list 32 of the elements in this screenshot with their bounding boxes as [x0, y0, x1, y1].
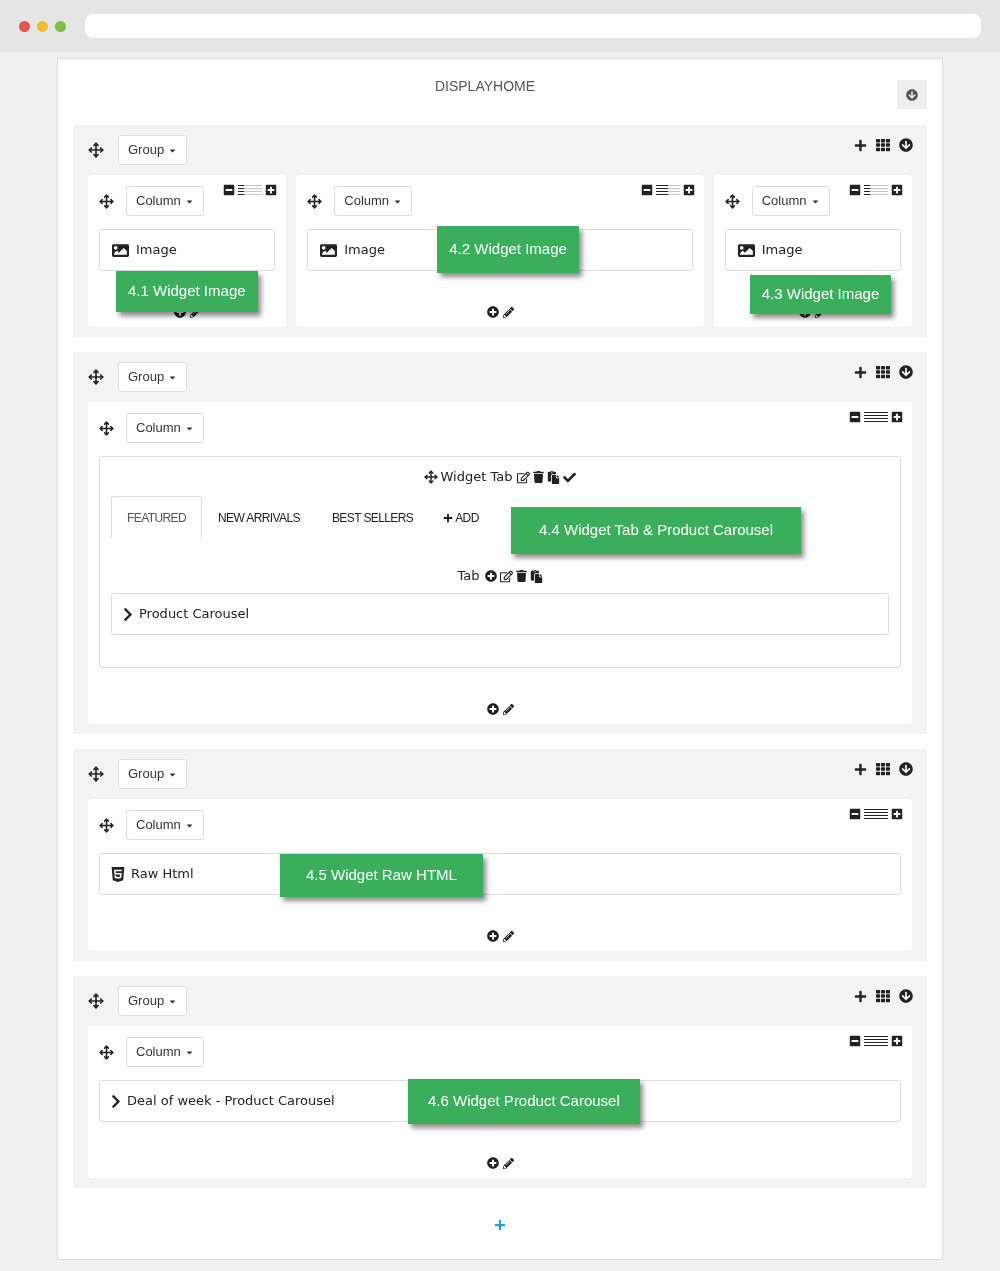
group-dropdown[interactable]: Group — [118, 986, 188, 1016]
tab[interactable]: NEW ARRIVALS — [202, 496, 316, 539]
widget-label: Raw Html — [131, 865, 194, 884]
widget-label: Deal of week - Product Carousel — [127, 1092, 335, 1111]
widget-label: Product Carousel — [139, 605, 250, 624]
callout-tooltip: 4.2 Widget Image — [437, 226, 579, 273]
widget-title: Widget Tab — [440, 468, 513, 487]
group-dropdown[interactable]: Group — [118, 759, 188, 789]
callout-tooltip: 4.3 Widget Image — [749, 275, 892, 314]
hook-title: DISPLAYHOME — [433, 77, 537, 96]
column-dropdown[interactable]: Column — [126, 810, 204, 840]
column-dropdown[interactable]: Column — [334, 186, 413, 216]
tab[interactable]: FEATURED — [111, 496, 202, 539]
column-dropdown[interactable]: Column — [126, 1037, 204, 1067]
tab[interactable]: BEST SELLERS — [315, 496, 430, 539]
group-dropdown[interactable]: Group — [118, 135, 188, 165]
widget-row[interactable]: Image — [99, 229, 276, 271]
widget-label: Image — [136, 241, 177, 260]
callout-tooltip: 4.6 Widget Product Carousel — [408, 1079, 640, 1124]
column-dropdown[interactable]: Column — [126, 413, 204, 443]
widget-label: Image — [761, 241, 803, 260]
widget-row[interactable]: Image — [724, 229, 901, 271]
add-tab-button[interactable]: ADD — [429, 496, 493, 539]
widget-label: Image — [344, 241, 385, 260]
callout-tooltip: 4.4 Widget Tab & Product Carousel — [511, 507, 802, 554]
tab-title: Tab — [457, 567, 480, 586]
group-dropdown[interactable]: Group — [118, 362, 188, 392]
column-dropdown[interactable]: Column — [751, 186, 830, 216]
column-dropdown[interactable]: Column — [126, 186, 204, 216]
widget-row[interactable]: Product Carousel — [111, 593, 889, 635]
callout-tooltip: 4.1 Widget Image — [116, 271, 258, 312]
callout-tooltip: 4.5 Widget Raw HTML — [280, 854, 483, 897]
